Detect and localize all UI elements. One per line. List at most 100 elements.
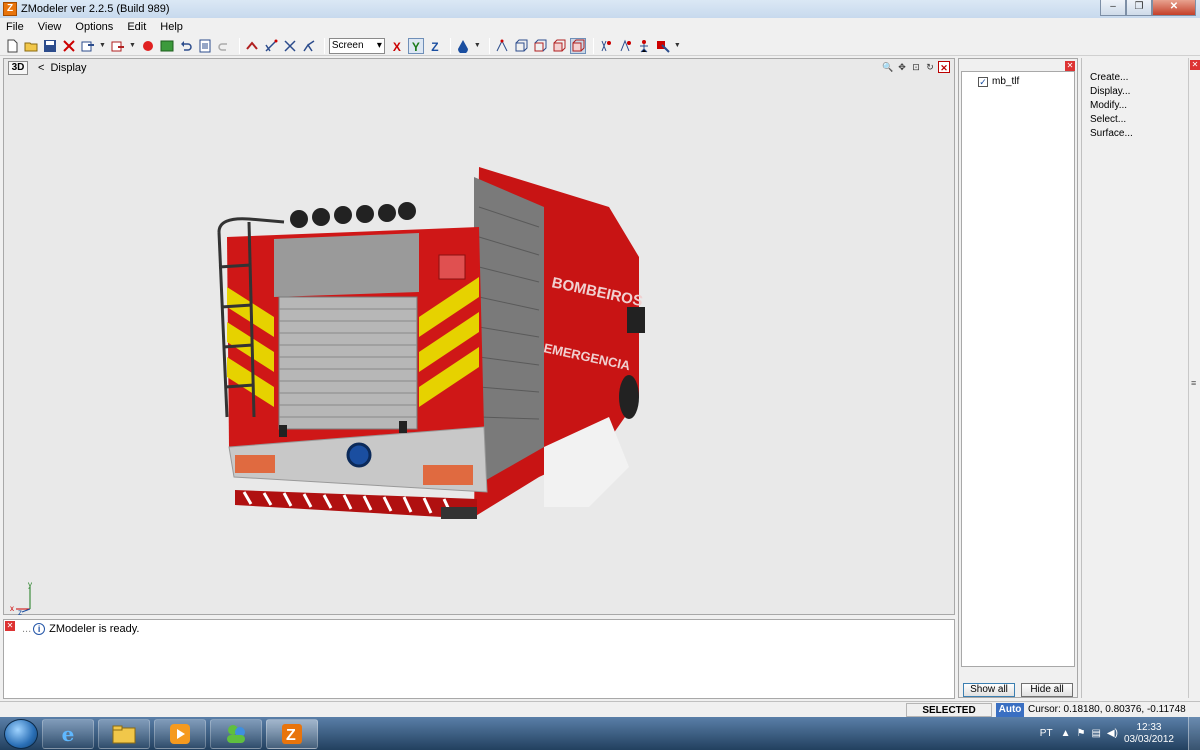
- coordinate-system-select[interactable]: Screen ▾: [328, 37, 385, 54]
- edge-mode-icon[interactable]: [513, 38, 529, 54]
- object-tree[interactable]: ✓ mb_tlf: [961, 71, 1075, 667]
- toolbar-separator: [592, 37, 594, 54]
- select-tool-icon[interactable]: [244, 38, 260, 54]
- log-entry: ... i ZModeler is ready.: [22, 623, 139, 635]
- document-icon[interactable]: [197, 38, 213, 54]
- menu-options[interactable]: Options: [75, 21, 113, 33]
- show-desktop-button[interactable]: [1188, 717, 1200, 750]
- export-dropdown-icon[interactable]: ▼: [129, 42, 136, 49]
- new-file-icon[interactable]: [4, 38, 20, 54]
- title-bar: Z ZModeler ver 2.2.5 (Build 989) – ❐ ✕: [0, 0, 1200, 18]
- splitter-grip-icon[interactable]: ≡: [1191, 378, 1196, 388]
- viewport-close-icon[interactable]: ✕: [938, 61, 950, 73]
- axis-y-toggle[interactable]: Y: [407, 37, 424, 54]
- maximize-button[interactable]: ❐: [1126, 0, 1152, 16]
- arc-rotate-icon[interactable]: ↻: [924, 61, 936, 73]
- flag-icon[interactable]: ⚑: [1076, 728, 1085, 739]
- visibility-checkbox[interactable]: ✓: [978, 76, 988, 87]
- command-modify[interactable]: Modify...: [1090, 100, 1127, 111]
- rear-hook-left: [279, 425, 287, 437]
- tray-expand-icon[interactable]: ▲: [1061, 728, 1071, 739]
- select-none-icon[interactable]: [617, 38, 633, 54]
- import-dropdown-icon[interactable]: ▼: [99, 42, 106, 49]
- auto-toggle[interactable]: Auto: [996, 703, 1024, 717]
- object-mode-icon[interactable]: [551, 38, 567, 54]
- viewport-back-arrow[interactable]: <: [38, 62, 44, 74]
- mesh-mode-icon[interactable]: [569, 37, 586, 54]
- viewport-3d[interactable]: 3D < Display 🔍 ✥ ⊡ ↻ ✕ BOMBEIROS EMERGEN…: [3, 58, 955, 615]
- toolbar-separator: [449, 37, 451, 54]
- command-select[interactable]: Select...: [1090, 114, 1126, 125]
- axis-x-toggle[interactable]: X: [389, 38, 405, 54]
- hide-selection-icon[interactable]: [655, 38, 671, 54]
- command-panel: Create... Display... Modify... Select...…: [1081, 58, 1187, 698]
- export-icon[interactable]: [110, 38, 126, 54]
- import-icon[interactable]: [80, 38, 96, 54]
- network-icon[interactable]: ▤: [1091, 728, 1100, 739]
- fit-view-icon[interactable]: ⊡: [910, 61, 922, 73]
- viewport-title: Display: [50, 62, 87, 74]
- record-icon[interactable]: [140, 38, 156, 54]
- chevron-down-icon: ▾: [376, 40, 382, 51]
- delete-icon[interactable]: [61, 38, 77, 54]
- volume-icon[interactable]: ◀): [1107, 728, 1118, 739]
- command-panel-close-icon[interactable]: ✕: [1190, 60, 1200, 70]
- menu-view[interactable]: View: [38, 21, 62, 33]
- menu-edit[interactable]: Edit: [127, 21, 146, 33]
- tree-item-mb-tlf[interactable]: ✓ mb_tlf: [978, 76, 1019, 87]
- rear-roller-door: [278, 296, 418, 430]
- selection-dropdown-icon[interactable]: ▼: [674, 42, 681, 49]
- color-fill-icon[interactable]: [455, 38, 471, 54]
- side-mirror: [627, 307, 645, 333]
- clock[interactable]: 12:33 03/03/2012: [1124, 722, 1174, 746]
- window-title: ZModeler ver 2.2.5 (Build 989): [21, 3, 170, 15]
- zmodeler-app-icon: Z: [3, 2, 17, 16]
- rotate-icon[interactable]: [301, 38, 317, 54]
- start-button[interactable]: [4, 718, 38, 749]
- color-fill-dropdown-icon[interactable]: ▼: [474, 42, 481, 49]
- axis-z-toggle[interactable]: Z: [427, 38, 443, 54]
- hierarchy-panel: ✕ ✓ mb_tlf Show all Hide all: [958, 58, 1078, 698]
- minimize-button[interactable]: –: [1100, 0, 1126, 16]
- image-icon[interactable]: [159, 38, 175, 54]
- vertex-mode-icon[interactable]: [494, 38, 510, 54]
- selection-mode-indicator[interactable]: SELECTED MODE: [906, 703, 992, 730]
- log-close-icon[interactable]: ✕: [5, 621, 15, 631]
- fire-truck-model[interactable]: BOMBEIROS EMERGENCIA: [209, 147, 669, 547]
- command-surface[interactable]: Surface...: [1090, 128, 1133, 139]
- taskbar-internet-explorer[interactable]: e: [42, 718, 94, 749]
- undo-icon[interactable]: [178, 38, 194, 54]
- status-bar: SELECTED MODE Auto Cursor: 0.18180, 0.80…: [0, 701, 1200, 730]
- pan-icon[interactable]: ✥: [896, 61, 908, 73]
- internet-explorer-icon: e: [61, 721, 75, 746]
- messenger-icon: [227, 724, 245, 743]
- save-icon[interactable]: [42, 38, 58, 54]
- language-indicator[interactable]: PT: [1040, 728, 1053, 739]
- invert-selection-icon[interactable]: [636, 38, 652, 54]
- zoom-icon[interactable]: 🔍: [882, 61, 894, 73]
- toolbar-separator: [323, 37, 325, 54]
- tree-item-label: mb_tlf: [992, 76, 1020, 87]
- menu-file[interactable]: File: [6, 21, 24, 33]
- close-button[interactable]: ✕: [1152, 0, 1196, 16]
- command-display[interactable]: Display...: [1090, 86, 1130, 97]
- select-all-icon[interactable]: [598, 38, 614, 54]
- hide-all-button[interactable]: Hide all: [1021, 683, 1073, 697]
- menu-help[interactable]: Help: [160, 21, 183, 33]
- taskbar-messenger[interactable]: [210, 718, 262, 749]
- face-mode-icon[interactable]: [532, 38, 548, 54]
- show-all-button[interactable]: Show all: [963, 683, 1015, 697]
- open-folder-icon[interactable]: [23, 38, 39, 54]
- redo-icon[interactable]: [216, 38, 232, 54]
- command-create[interactable]: Create...: [1090, 72, 1128, 83]
- taskbar-media-player[interactable]: [154, 718, 206, 749]
- taskbar-zmodeler[interactable]: Z: [266, 718, 318, 749]
- viewport-mode-button[interactable]: 3D: [8, 61, 28, 75]
- move-vertex-icon[interactable]: [263, 38, 279, 54]
- zmodeler-icon: Z: [282, 723, 302, 744]
- axis-gizmo: y x z: [10, 581, 32, 615]
- scale-icon[interactable]: [282, 38, 298, 54]
- toolbar-separator: [488, 37, 490, 54]
- taskbar-explorer[interactable]: [98, 718, 150, 749]
- hierarchy-close-icon[interactable]: ✕: [1065, 61, 1075, 71]
